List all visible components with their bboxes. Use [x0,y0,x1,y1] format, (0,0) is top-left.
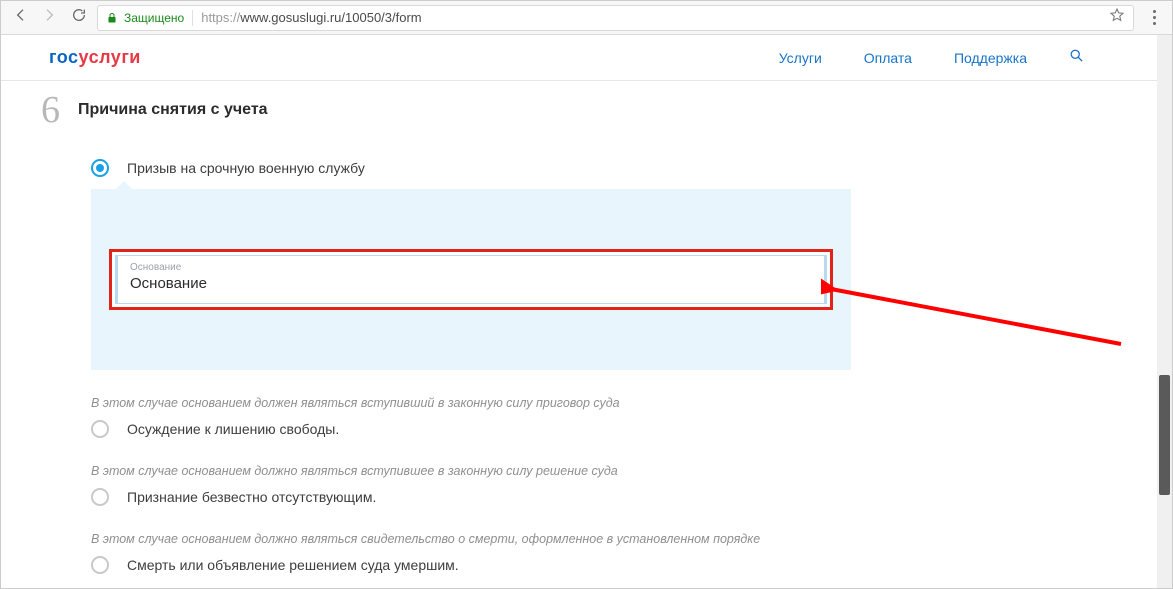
options-block: Призыв на срочную военную службу Основан… [91,159,851,574]
reload-button[interactable] [71,7,87,28]
back-button[interactable] [13,7,29,28]
browser-menu-button[interactable] [1144,10,1164,25]
bookmark-star-icon[interactable] [1109,7,1125,28]
radio-label: Признание безвестно отсутствующим. [127,489,376,505]
step-number: 6 [41,91,60,129]
radio-label: Призыв на срочную военную службу [127,160,365,176]
radio-label: Смерть или объявление решением суда умер… [127,557,459,573]
option-2-note: В этом случае основанием должен являться… [91,396,851,410]
nav-support[interactable]: Поддержка [954,50,1027,66]
radio-option-1[interactable]: Призыв на срочную военную службу [91,159,851,177]
nav-services[interactable]: Услуги [779,50,822,66]
site-header: госуслуги Услуги Оплата Поддержка [1,35,1172,81]
radio-label: Осуждение к лишению свободы. [127,421,339,437]
step-header: 6 Причина снятия с учета [41,91,1124,129]
nav-arrows-group [9,7,61,28]
field-highlight-box: Основание [109,249,833,310]
address-separator [192,10,193,26]
top-nav: Услуги Оплата Поддержка [779,48,1084,68]
url-text: https://www.gosuslugi.ru/10050/3/form [201,10,1101,25]
radio-icon [91,420,109,438]
field-float-label: Основание [130,262,812,273]
url-scheme: https:// [201,10,240,25]
secure-label: Защищено [124,11,184,25]
form-content: 6 Причина снятия с учета Призыв на срочн… [1,81,1172,574]
option-4-note: В этом случае основанием должно являться… [91,532,851,546]
radio-icon [91,488,109,506]
search-icon[interactable] [1069,48,1084,68]
scrollbar-thumb[interactable] [1159,375,1170,495]
reason-input[interactable] [130,275,812,292]
radio-icon [91,556,109,574]
browser-toolbar: Защищено https://www.gosuslugi.ru/10050/… [1,1,1172,35]
radio-icon [91,159,109,177]
page-scrollbar[interactable] [1157,35,1172,588]
secure-indicator: Защищено [106,11,184,25]
address-bar[interactable]: Защищено https://www.gosuslugi.ru/10050/… [97,5,1134,31]
logo-part2: услуги [79,47,141,67]
logo-part1: гос [49,47,79,67]
reason-field[interactable]: Основание [115,255,827,304]
radio-option-4[interactable]: Смерть или объявление решением суда умер… [91,556,851,574]
site-logo[interactable]: госуслуги [49,47,141,68]
nav-payment[interactable]: Оплата [864,50,912,66]
forward-button[interactable] [41,7,57,28]
option-3-note: В этом случае основанием должно являться… [91,464,851,478]
radio-option-2[interactable]: Осуждение к лишению свободы. [91,420,851,438]
expanded-panel: Основание [91,189,851,370]
url-path: www.gosuslugi.ru/10050/3/form [240,10,421,25]
step-title: Причина снятия с учета [78,101,268,119]
radio-option-3[interactable]: Признание безвестно отсутствующим. [91,488,851,506]
